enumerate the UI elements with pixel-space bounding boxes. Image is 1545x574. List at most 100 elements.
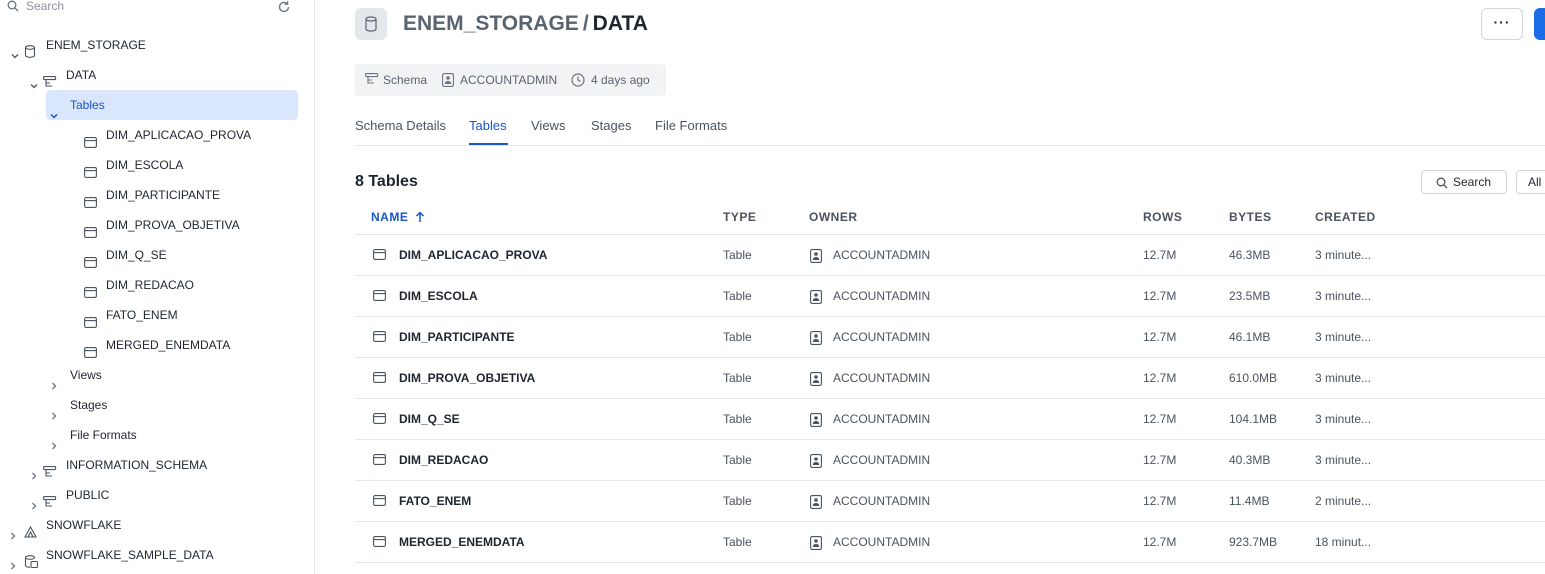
chevron-right-icon[interactable]	[50, 371, 58, 390]
chevron-right-icon[interactable]	[30, 491, 38, 510]
chevron-right-icon[interactable]	[50, 431, 58, 450]
chevron-down-icon[interactable]	[50, 101, 58, 119]
tree-item-views[interactable]: Views	[0, 360, 315, 390]
cell-type: Table	[723, 412, 752, 426]
tree-item-label: DIM_ESCOLA	[106, 158, 184, 172]
cell-name[interactable]: DIM_REDACAO	[399, 440, 488, 481]
tab-schema-details[interactable]: Schema Details	[355, 118, 446, 134]
tree-item-label: SNOWFLAKE_SAMPLE_DATA	[46, 548, 214, 562]
tree-item-tables[interactable]: Tables	[46, 90, 298, 120]
column-header-rows[interactable]: ROWS	[1143, 210, 1182, 224]
cell-bytes: 610.0MB	[1229, 371, 1278, 385]
table-row[interactable]: DIM_APLICACAO_PROVA Table ACCOUNTADMIN 12.7…	[355, 235, 1545, 276]
table-row[interactable]: DIM_PARTICIPANTE Table ACCOUNTADMIN 12.7M 46…	[355, 317, 1545, 358]
cell-type: Table	[723, 289, 752, 303]
tree-item-label: ENEM_STORAGE	[46, 38, 146, 52]
tab-views[interactable]: Views	[531, 118, 565, 134]
cell-rows: 12.7M	[1143, 494, 1177, 508]
breadcrumb-database[interactable]: ENEM_STORAGE	[403, 12, 579, 35]
cell-name[interactable]: DIM_PARTICIPANTE	[399, 317, 515, 358]
table-row[interactable]: DIM_ESCOLA Table ACCOUNTADMIN 12.7M 23.5MB 3 …	[355, 276, 1545, 317]
cell-created: 18 minut...	[1315, 535, 1372, 549]
column-header-created[interactable]: CREATED	[1315, 210, 1376, 224]
cell-bytes: 11.4MB	[1229, 494, 1270, 508]
tree-item-dim-redacao[interactable]: DIM_REDACAO	[0, 270, 315, 300]
cell-created: 3 minute...	[1315, 412, 1372, 426]
tree-item-label: DIM_Q_SE	[106, 248, 167, 262]
chevron-right-icon[interactable]	[50, 401, 58, 420]
tab-stages[interactable]: Stages	[591, 118, 631, 134]
sidebar-search[interactable]: Search	[0, 0, 315, 14]
tree-item-dim-q-se[interactable]: DIM_Q_SE	[0, 240, 315, 270]
tree-item-information-schema[interactable]: INFORMATION_SCHEMA	[0, 450, 315, 480]
cell-name[interactable]: DIM_APLICACAO_PROVA	[399, 235, 547, 276]
filter-all-label: All	[1528, 175, 1542, 189]
column-header-name[interactable]: NAME	[371, 210, 425, 224]
refresh-icon[interactable]	[277, 0, 291, 14]
tree-item-dim-participante[interactable]: DIM_PARTICIPANTE	[0, 180, 315, 210]
cell-bytes: 104.1MB	[1229, 412, 1278, 426]
table-search-button[interactable]: Search	[1421, 170, 1507, 194]
tree-item-data[interactable]: DATA	[0, 60, 315, 90]
cell-bytes: 46.3MB	[1229, 248, 1271, 262]
tree-item-fato-enem[interactable]: FATO_ENEM	[0, 300, 315, 330]
table-count: 8 Tables	[355, 173, 418, 190]
more-options-button[interactable]: ···	[1481, 8, 1523, 40]
shared-database-icon	[24, 519, 37, 538]
cell-name[interactable]: DIM_PROVA_OBJETIVA	[399, 358, 535, 399]
clock-icon	[571, 73, 585, 87]
tab-file-formats[interactable]: File Formats	[655, 118, 727, 134]
cell-type: Table	[723, 535, 752, 549]
cell-name[interactable]: MERGED_ENEMDATA	[399, 522, 525, 563]
chevron-right-icon[interactable]	[9, 521, 17, 540]
tree-item-label: MERGED_ENEMDATA	[106, 338, 231, 352]
tree-item-dim-escola[interactable]: DIM_ESCOLA	[0, 150, 315, 180]
page-title: ENEM_STORAGE / DATA	[403, 11, 648, 37]
chevron-right-icon[interactable]	[9, 551, 17, 570]
tree-item-snowflake[interactable]: SNOWFLAKE	[0, 510, 315, 540]
schema-icon	[43, 69, 57, 87]
table-icon	[84, 219, 97, 238]
tree-item-snowflake-sample-data[interactable]: SNOWFLAKE_SAMPLE_DATA	[0, 540, 315, 570]
tree-item-merged-enemdata[interactable]: MERGED_ENEMDATA	[0, 330, 315, 360]
tree-item-stages[interactable]: Stages	[0, 390, 315, 420]
column-header-type[interactable]: TYPE	[723, 210, 756, 224]
chevron-down-icon[interactable]	[30, 71, 38, 89]
table-icon	[84, 309, 97, 328]
table-row[interactable]: DIM_Q_SE Table ACCOUNTADMIN 12.7M 104.1MB 3 m…	[355, 399, 1545, 440]
table-row[interactable]: DIM_PROVA_OBJETIVA Table ACCOUNTADMIN 12.7M…	[355, 358, 1545, 399]
create-button[interactable]	[1534, 8, 1545, 40]
tree-item-dim-prova-objetiva[interactable]: DIM_PROVA_OBJETIVA	[0, 210, 315, 240]
schema-icon	[43, 489, 57, 507]
role-icon	[442, 73, 454, 87]
tree-item-dim-aplicacao-prova[interactable]: DIM_APLICACAO_PROVA	[0, 120, 315, 150]
tree-item-file-formats[interactable]: File Formats	[0, 420, 315, 450]
schema-meta-bar: Schema ACCOUNTADMIN 4 days ago	[355, 64, 666, 96]
chevron-right-icon[interactable]	[30, 461, 38, 480]
tree-item-public[interactable]: PUBLIC	[0, 480, 315, 510]
cell-created: 3 minute...	[1315, 330, 1372, 344]
column-header-owner[interactable]: OWNER	[809, 210, 858, 224]
table-row[interactable]: MERGED_ENEMDATA Table ACCOUNTADMIN 12.7M 923…	[355, 522, 1545, 563]
tree-item-label: DATA	[66, 68, 97, 82]
object-explorer-sidebar: Search ENEM_STORAGE DATA Tables DIM_APLICAC…	[0, 0, 315, 574]
table-row[interactable]: DIM_REDACAO Table ACCOUNTADMIN 12.7M 40.3MB 3…	[355, 440, 1545, 481]
meta-owner-label: ACCOUNTADMIN	[460, 73, 558, 87]
tree-item-label: Tables	[70, 98, 105, 112]
cell-name[interactable]: DIM_ESCOLA	[399, 276, 478, 317]
tree-item-enem-storage[interactable]: ENEM_STORAGE	[0, 30, 315, 60]
filter-all-button[interactable]: All	[1516, 170, 1545, 194]
table-row[interactable]: FATO_ENEM Table ACCOUNTADMIN 12.7M 11.4MB 2 m…	[355, 481, 1545, 522]
cell-name[interactable]: FATO_ENEM	[399, 481, 471, 522]
column-header-bytes[interactable]: BYTES	[1229, 210, 1272, 224]
tab-tables[interactable]: Tables	[469, 118, 507, 134]
search-icon	[1436, 177, 1448, 189]
tree-item-label: FATO_ENEM	[106, 308, 178, 322]
active-tab-indicator	[469, 143, 508, 145]
table-icon	[84, 249, 97, 268]
cell-owner: ACCOUNTADMIN	[833, 289, 931, 303]
cell-rows: 12.7M	[1143, 412, 1177, 426]
cell-owner: ACCOUNTADMIN	[833, 371, 931, 385]
chevron-down-icon[interactable]	[11, 41, 19, 59]
cell-name[interactable]: DIM_Q_SE	[399, 399, 460, 440]
